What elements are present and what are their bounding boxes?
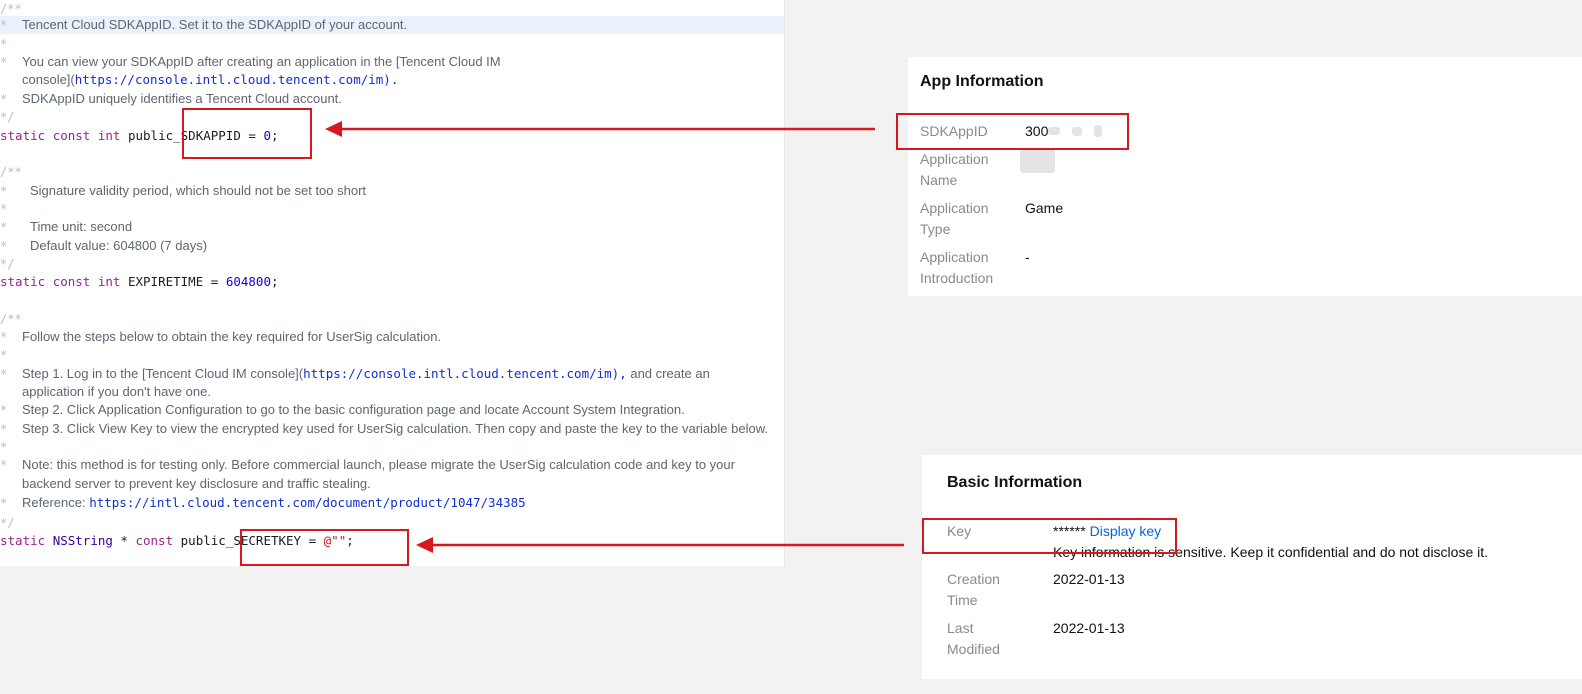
last-modified-value: 2022-01-13 <box>1053 620 1125 636</box>
console-link[interactable]: https://console.intl.cloud.tencent.com/i… <box>303 366 627 381</box>
card-title: Basic Information <box>947 474 1083 491</box>
creation-time-label: Creation Time <box>947 571 1000 608</box>
app-information-card: App Information SDKAppID 300 Application… <box>908 57 1582 296</box>
console-link[interactable]: https://console.intl.cloud.tencent.com/i… <box>75 72 399 87</box>
last-modified-label: Last Modified <box>947 620 1000 657</box>
code-line: * Tencent Cloud SDKAppID. Set it to the S… <box>0 16 784 34</box>
sdkappid-value-highlight-box <box>896 113 1129 150</box>
key-highlight-box <box>922 518 1177 554</box>
code-editor: /** * Tencent Cloud SDKAppID. Set it to t… <box>0 0 785 566</box>
creation-time-value: 2022-01-13 <box>1053 571 1125 587</box>
arrow-left-icon <box>416 537 904 553</box>
sdkappid-highlight-box <box>182 108 312 159</box>
application-introduction-label: Application Introduction <box>920 249 994 286</box>
redacted-application-name <box>1020 149 1055 173</box>
card-title: App Information <box>920 73 1044 90</box>
basic-information-card: Basic Information Key ****** Display key… <box>922 455 1582 679</box>
expiretime-statement: static const int EXPIRETIME = 604800; <box>0 274 279 289</box>
secretkey-highlight-box <box>240 529 409 566</box>
application-type-label: Application Type <box>920 200 989 237</box>
application-name-label: Application Name <box>920 151 989 188</box>
application-introduction-value: - <box>1025 249 1030 265</box>
arrow-left-icon <box>325 121 875 137</box>
application-type-value: Game <box>1025 200 1064 216</box>
reference-link[interactable]: https://intl.cloud.tencent.com/document/… <box>89 495 526 510</box>
